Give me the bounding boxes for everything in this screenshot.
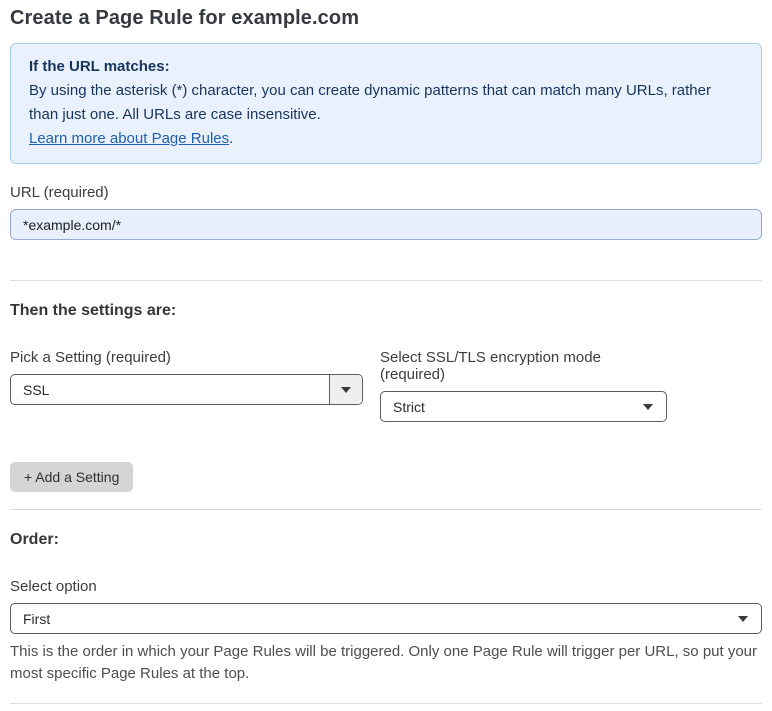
info-box-heading: If the URL matches: [29,58,170,75]
chevron-down-icon [643,403,653,410]
url-field-label: URL (required) [10,184,109,201]
setting-select[interactable]: SSL [10,374,363,405]
settings-section-heading: Then the settings are: [10,302,177,319]
info-box-link-line: Learn more about Page Rules. [29,127,743,151]
learn-more-link[interactable]: Learn more about Page Rules [29,130,229,147]
divider [10,703,762,704]
order-section-heading: Order: [10,531,59,548]
divider [10,509,762,510]
url-input[interactable] [10,209,762,240]
ssl-mode-select[interactable]: Strict [380,391,667,422]
url-match-info-box: If the URL matches: By using the asteris… [10,43,762,164]
add-setting-button[interactable]: + Add a Setting [10,462,134,492]
order-help-text: This is the order in which your Page Rul… [10,643,758,682]
setting-picker-column: Pick a Setting (required) SSL [10,349,363,422]
info-box-body: By using the asterisk (*) character, you… [29,82,711,123]
setting-select-value: SSL [23,381,50,398]
settings-row: Pick a Setting (required) SSL Select SSL… [10,349,762,422]
mode-picker-column: Select SSL/TLS encryption mode (required… [380,349,667,422]
order-select[interactable]: First [10,603,762,634]
link-period: . [229,130,234,147]
chevron-down-icon [341,386,351,393]
divider [10,280,762,281]
order-select-label: Select option [10,578,97,595]
chevron-down-icon [738,615,748,622]
page-title: Create a Page Rule for example.com [10,7,360,29]
order-select-value: First [23,610,51,627]
page-rule-form: Create a Page Rule for example.com If th… [0,7,772,711]
ssl-mode-select-value: Strict [393,398,425,415]
mode-select-label: Select SSL/TLS encryption mode (required… [380,349,601,383]
setting-select-arrow-cell [329,375,362,404]
setting-select-label: Pick a Setting (required) [10,349,171,366]
